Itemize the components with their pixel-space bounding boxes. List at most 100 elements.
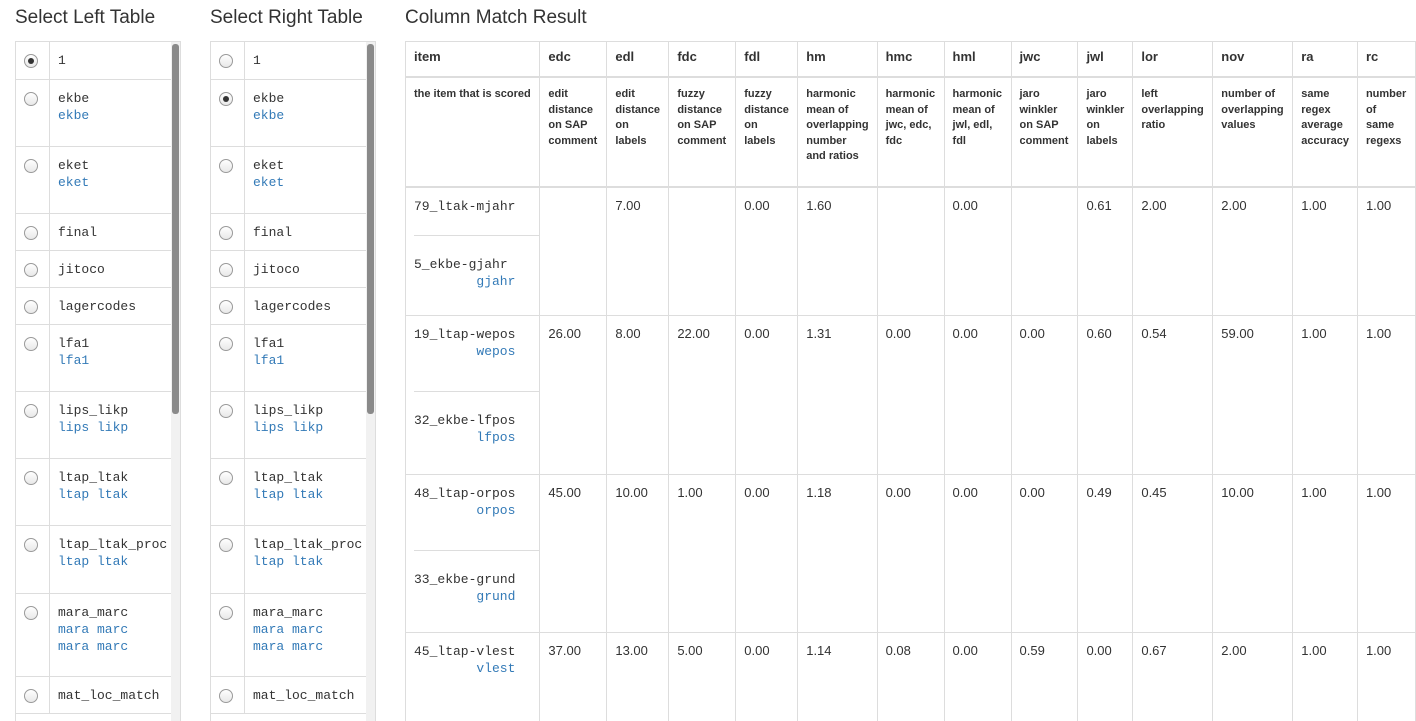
score-cell-lor: 0.67	[1133, 632, 1213, 721]
radio-button[interactable]	[24, 606, 38, 620]
table-option[interactable]: lfa1lfa1	[211, 325, 366, 392]
radio-button[interactable]	[24, 92, 38, 106]
table-option[interactable]: mat_loc_match	[211, 677, 366, 714]
radio-cell	[16, 459, 50, 525]
score-cell-jwc: 0.00	[1011, 315, 1078, 474]
table-option[interactable]: ltap_ltak_procltap ltak	[16, 526, 171, 594]
option-label: lagercodes	[50, 288, 171, 324]
table-alias: mara marc	[253, 621, 366, 638]
score-cell-jwl: 0.00	[1078, 632, 1133, 721]
radio-button[interactable]	[24, 54, 38, 68]
column-header-rc[interactable]: rc	[1357, 42, 1415, 77]
table-alias: mara marc	[58, 621, 171, 638]
table-option[interactable]: lagercodes	[211, 288, 366, 325]
table-option[interactable]: ltap_ltak_procltap ltak	[211, 526, 366, 594]
table-name: 1	[58, 52, 171, 69]
table-option[interactable]: 1	[16, 42, 171, 80]
table-option[interactable]: eketeket	[16, 147, 171, 214]
table-row[interactable]: 19_ltap-weposwepos32_ekbe-lfposlfpos26.0…	[406, 315, 1416, 474]
table-option[interactable]: mara_marcmara marcmara marc	[16, 594, 171, 677]
radio-button[interactable]	[24, 263, 38, 277]
table-option[interactable]: ekbeekbe	[211, 80, 366, 147]
radio-button[interactable]	[219, 606, 233, 620]
table-name: ekbe	[253, 90, 366, 107]
score-cell-fdl: 0.00	[736, 187, 798, 315]
radio-button[interactable]	[24, 226, 38, 240]
column-header-jwl[interactable]: jwl	[1078, 42, 1133, 77]
radio-cell	[16, 392, 50, 458]
radio-button[interactable]	[24, 159, 38, 173]
radio-button[interactable]	[24, 300, 38, 314]
table-option[interactable]: eketeket	[211, 147, 366, 214]
table-option[interactable]: ltap_ltakltap ltak	[211, 459, 366, 526]
column-header-hm[interactable]: hm	[798, 42, 877, 77]
radio-button[interactable]	[219, 300, 233, 314]
left-scrollbar[interactable]	[171, 42, 180, 721]
column-header-edl[interactable]: edl	[607, 42, 669, 77]
column-header-edc[interactable]: edc	[540, 42, 607, 77]
table-name: jitoco	[253, 261, 366, 278]
radio-button[interactable]	[219, 263, 233, 277]
right-table-heading: Select Right Table	[210, 6, 363, 30]
column-header-hmc[interactable]: hmc	[877, 42, 944, 77]
table-option[interactable]: jitoco	[211, 251, 366, 288]
table-option[interactable]: 1	[211, 42, 366, 80]
score-cell-hm: 1.31	[798, 315, 877, 474]
radio-button[interactable]	[219, 689, 233, 703]
column-header-jwc[interactable]: jwc	[1011, 42, 1078, 77]
column-header-fdc[interactable]: fdc	[669, 42, 736, 77]
score-cell-nov: 10.00	[1213, 474, 1293, 632]
radio-button[interactable]	[219, 471, 233, 485]
table-option[interactable]: ekbeekbe	[16, 80, 171, 147]
column-header-ra[interactable]: ra	[1293, 42, 1358, 77]
option-label: 1	[50, 42, 171, 79]
table-option[interactable]: jitoco	[16, 251, 171, 288]
column-header-nov[interactable]: nov	[1213, 42, 1293, 77]
radio-button[interactable]	[219, 337, 233, 351]
table-option[interactable]: lips_likplips likp	[16, 392, 171, 459]
column-header-fdl[interactable]: fdl	[736, 42, 798, 77]
table-option[interactable]: lips_likplips likp	[211, 392, 366, 459]
radio-button[interactable]	[219, 404, 233, 418]
radio-button[interactable]	[24, 538, 38, 552]
table-option[interactable]: final	[16, 214, 171, 251]
radio-cell	[16, 80, 50, 146]
column-header-hml[interactable]: hml	[944, 42, 1011, 77]
table-name: eket	[58, 157, 171, 174]
radio-button[interactable]	[219, 226, 233, 240]
right-table-list[interactable]: 1ekbeekbeeketeketfinal jitoco lagercodeslf…	[210, 41, 376, 721]
left-scrollbar-thumb[interactable]	[172, 44, 179, 414]
left-table-list[interactable]: 1 ekbeekbeeketeketfinaljitocolagercodeslf…	[15, 41, 181, 721]
radio-button[interactable]	[24, 337, 38, 351]
table-option[interactable]: ltap_ltakltap ltak	[16, 459, 171, 526]
result-table: itemedcedlfdcfdlhmhmchmljwcjwllornovrarc…	[406, 42, 1416, 721]
radio-button[interactable]	[219, 538, 233, 552]
radio-button[interactable]	[24, 471, 38, 485]
radio-cell	[16, 214, 50, 250]
radio-cell	[211, 677, 245, 713]
table-option[interactable]: final	[211, 214, 366, 251]
left-item: 79_ltak-mjahr	[414, 198, 531, 235]
radio-button[interactable]	[219, 159, 233, 173]
radio-button[interactable]	[219, 92, 233, 106]
table-alias: ltap ltak	[58, 486, 171, 503]
right-item-column: lfpos	[414, 429, 531, 446]
radio-button[interactable]	[219, 54, 233, 68]
table-row[interactable]: 48_ltap-orposorpos33_ekbe-grundgrund45.0…	[406, 474, 1416, 632]
table-option[interactable]: lagercodes	[16, 288, 171, 325]
column-header-item[interactable]: item	[406, 42, 540, 77]
radio-button[interactable]	[24, 689, 38, 703]
column-header-lor[interactable]: lor	[1133, 42, 1213, 77]
column-desc-lor: left overlapping ratio	[1133, 77, 1213, 187]
table-row[interactable]: 45_ltap-vlestvlest37.0013.005.000.001.14…	[406, 632, 1416, 721]
table-row[interactable]: 79_ltak-mjahr5_ekbe-gjahrgjahr7.000.001.…	[406, 187, 1416, 315]
radio-button[interactable]	[24, 404, 38, 418]
right-scrollbar-thumb[interactable]	[367, 44, 374, 414]
left-item-name: 45_ltap-vlest	[414, 643, 531, 660]
table-option[interactable]: mat_loc_match	[16, 677, 171, 714]
table-option[interactable]: mara_marcmara marcmara marc	[211, 594, 366, 677]
score-cell-hmc	[877, 187, 944, 315]
table-option[interactable]: lfa1lfa1	[16, 325, 171, 392]
table-alias: ltap ltak	[253, 486, 366, 503]
right-scrollbar[interactable]	[366, 42, 375, 721]
